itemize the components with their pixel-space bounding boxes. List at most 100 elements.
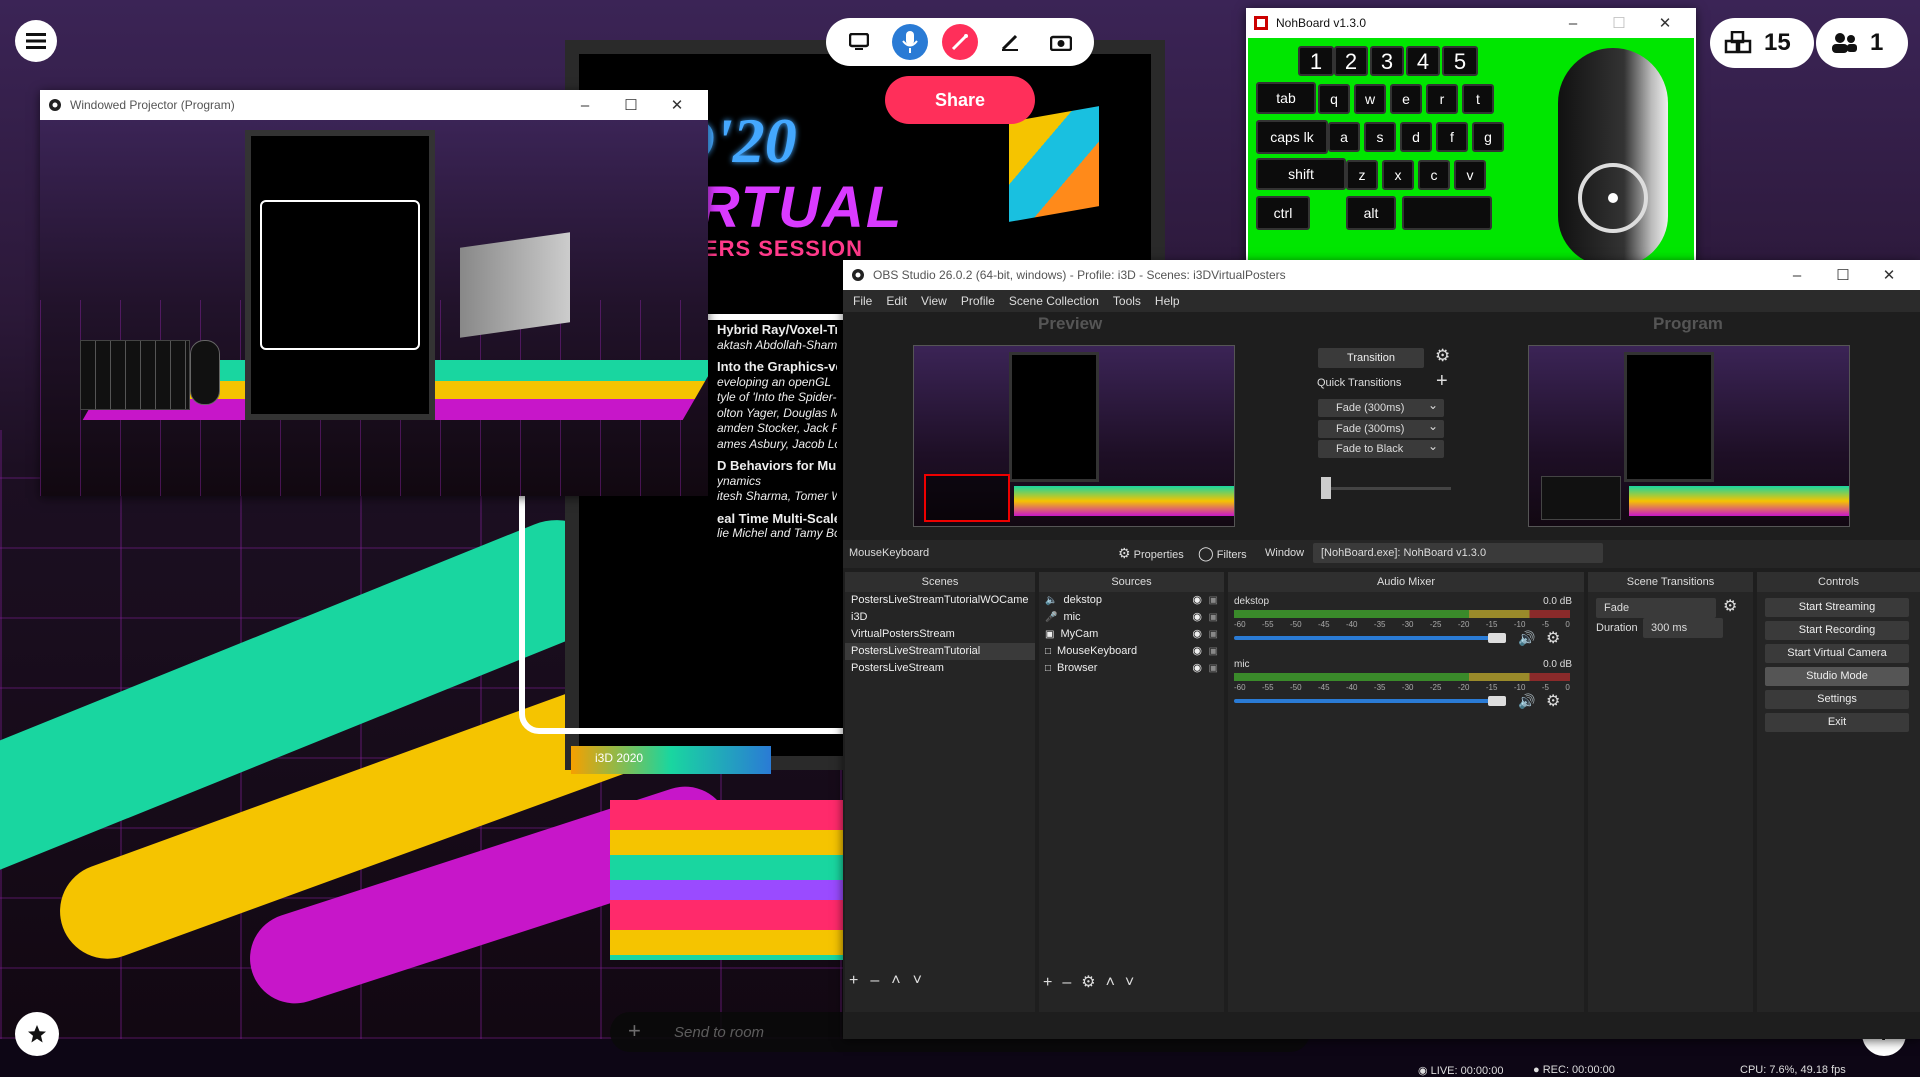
- key-2: 2: [1334, 46, 1368, 76]
- speaker-icon[interactable]: 🔊: [1518, 630, 1535, 647]
- key-v: v: [1454, 160, 1486, 190]
- screen-share-button[interactable]: [841, 24, 877, 60]
- menu-view[interactable]: View: [921, 294, 947, 308]
- preview-canvas[interactable]: [913, 345, 1235, 527]
- chevron-down-icon[interactable]: ⌄: [1428, 417, 1438, 435]
- magic-wand-button[interactable]: [941, 24, 978, 60]
- objects-counter[interactable]: 15: [1710, 18, 1814, 68]
- lock-icon[interactable]: ▣: [1209, 660, 1218, 677]
- meter-tick-label: -55: [1261, 683, 1274, 692]
- microphone-button[interactable]: [891, 24, 928, 60]
- rec-timer: REC: 00:00:00: [1542, 1064, 1615, 1076]
- chat-input[interactable]: Send to room: [674, 1024, 764, 1041]
- tbar-handle[interactable]: [1321, 477, 1331, 499]
- quick-transition-item[interactable]: Fade (300ms) ⌄: [1318, 417, 1444, 438]
- obs-main: Preview Program Transition ⚙ Quick Trans…: [843, 312, 1920, 1077]
- volume-slider[interactable]: [1234, 699, 1504, 703]
- controls-dock: Controls Start Streaming Start Recording S…: [1757, 572, 1920, 1012]
- eye-icon[interactable]: ◉: [1192, 609, 1202, 626]
- poster-entry-line: eal Time Multi-Scale S: [717, 510, 837, 526]
- nohboard-minimize-button[interactable]: –: [1550, 15, 1596, 32]
- transition-settings-gear-icon[interactable]: ⚙: [1723, 596, 1737, 616]
- users-counter[interactable]: 1: [1816, 18, 1908, 68]
- eye-icon[interactable]: ◉: [1192, 643, 1202, 660]
- source-item[interactable]: □ Browser ◉ ▣: [1039, 660, 1224, 677]
- control-exit-button[interactable]: Exit: [1765, 713, 1909, 732]
- scene-item[interactable]: i3D: [845, 609, 1035, 626]
- camera-button[interactable]: [1043, 24, 1079, 60]
- control-start-recording-button[interactable]: Start Recording: [1765, 621, 1909, 640]
- control-studio-mode-button[interactable]: Studio Mode: [1765, 667, 1909, 686]
- properties-button[interactable]: ⚙ Properties: [1118, 545, 1184, 562]
- close-button[interactable]: ✕: [654, 96, 700, 114]
- menu-button[interactable]: [15, 20, 57, 62]
- obs-close-button[interactable]: ✕: [1866, 266, 1912, 284]
- favorite-button[interactable]: [15, 1012, 59, 1056]
- eye-icon[interactable]: ◉: [1192, 626, 1202, 643]
- scene-transitions-dock: Scene Transitions Fade ⚙ Duration 300 ms: [1588, 572, 1753, 1012]
- control-start-streaming-button[interactable]: Start Streaming: [1765, 598, 1909, 617]
- chevron-down-icon[interactable]: ⌄: [1428, 396, 1438, 414]
- lock-icon[interactable]: ▣: [1209, 609, 1218, 626]
- window-select[interactable]: [NohBoard.exe]: NohBoard v1.3.0: [1313, 543, 1603, 563]
- chat-add-icon[interactable]: +: [628, 1018, 641, 1044]
- meter-tick-label: -15: [1485, 683, 1498, 692]
- maximize-button[interactable]: ☐: [608, 96, 654, 114]
- speaker-icon[interactable]: 🔊: [1518, 693, 1535, 710]
- lock-icon[interactable]: ▣: [1209, 592, 1218, 609]
- filter-icon: ◯: [1198, 545, 1214, 561]
- meter-tick-label: -40: [1345, 620, 1358, 629]
- control-start-virtual-camera-button[interactable]: Start Virtual Camera: [1765, 644, 1909, 663]
- quick-transition-label: Fade (300ms): [1336, 422, 1405, 435]
- transition-button[interactable]: Transition: [1318, 348, 1424, 368]
- poster-entry-line: amden Stocker, Jack Pietr: [717, 421, 837, 435]
- eye-icon[interactable]: ◉: [1192, 592, 1202, 609]
- obs-minimize-button[interactable]: –: [1774, 267, 1820, 284]
- key-x: x: [1382, 160, 1414, 190]
- quick-transition-item[interactable]: Fade to Black ⌄: [1318, 437, 1444, 458]
- pen-button[interactable]: [992, 24, 1028, 60]
- obs-maximize-button[interactable]: ☐: [1820, 266, 1866, 284]
- nohboard-maximize-button[interactable]: ☐: [1596, 14, 1642, 32]
- scenes-list: PostersLiveStreamTutorialWOCame i3D Virtua…: [845, 592, 1035, 677]
- projector-mouse-overlay: [190, 340, 220, 405]
- add-quick-transition-icon[interactable]: +: [1436, 370, 1448, 393]
- minimize-button[interactable]: –: [562, 97, 608, 114]
- key-space: [1402, 196, 1492, 230]
- menu-file[interactable]: File: [853, 294, 872, 308]
- quick-transition-item[interactable]: Fade (300ms) ⌄: [1318, 396, 1444, 417]
- menu-tools[interactable]: Tools: [1113, 294, 1141, 308]
- nohboard-close-button[interactable]: ✕: [1642, 14, 1688, 32]
- menu-help[interactable]: Help: [1155, 294, 1180, 308]
- volume-slider-knob[interactable]: [1488, 696, 1506, 706]
- mixer-gear-icon[interactable]: ⚙: [1546, 691, 1560, 711]
- eye-icon[interactable]: ◉: [1192, 660, 1202, 677]
- filters-button[interactable]: ◯ Filters: [1198, 545, 1247, 562]
- audio-mixer-dock: Audio Mixer dekstop 0.0 dB -60 -55 -50 -45 -40…: [1228, 572, 1584, 1012]
- menu-scene-collection[interactable]: Scene Collection: [1009, 294, 1099, 308]
- transition-type-select[interactable]: Fade: [1596, 598, 1716, 618]
- key-d: d: [1400, 122, 1432, 152]
- duration-input[interactable]: 300 ms: [1643, 618, 1723, 638]
- preview-selected-source-box[interactable]: [924, 474, 1010, 522]
- scene-item[interactable]: PostersLiveStreamTutorialWOCame: [845, 592, 1035, 609]
- transition-gear-icon[interactable]: ⚙: [1435, 346, 1450, 366]
- lock-icon[interactable]: ▣: [1209, 626, 1218, 643]
- source-item[interactable]: 🎤 mic ◉ ▣: [1039, 609, 1224, 626]
- lock-icon[interactable]: ▣: [1209, 643, 1218, 660]
- volume-slider-knob[interactable]: [1488, 633, 1506, 643]
- control-settings-button[interactable]: Settings: [1765, 690, 1909, 709]
- program-canvas: [1528, 345, 1850, 527]
- source-item[interactable]: ▣ MyCam ◉ ▣: [1039, 626, 1224, 643]
- scene-item[interactable]: VirtualPostersStream: [845, 626, 1035, 643]
- scene-item[interactable]: PostersLiveStreamTutorial: [845, 643, 1035, 660]
- mixer-gear-icon[interactable]: ⚙: [1546, 628, 1560, 648]
- source-item[interactable]: 🔈 dekstop ◉ ▣: [1039, 592, 1224, 609]
- chevron-down-icon[interactable]: ⌄: [1428, 437, 1438, 455]
- menu-edit[interactable]: Edit: [886, 294, 907, 308]
- share-button[interactable]: Share: [885, 76, 1035, 124]
- source-item[interactable]: □ MouseKeyboard ◉ ▣: [1039, 643, 1224, 660]
- menu-profile[interactable]: Profile: [961, 294, 995, 308]
- scene-item[interactable]: PostersLiveStream: [845, 660, 1035, 677]
- volume-slider[interactable]: [1234, 636, 1504, 640]
